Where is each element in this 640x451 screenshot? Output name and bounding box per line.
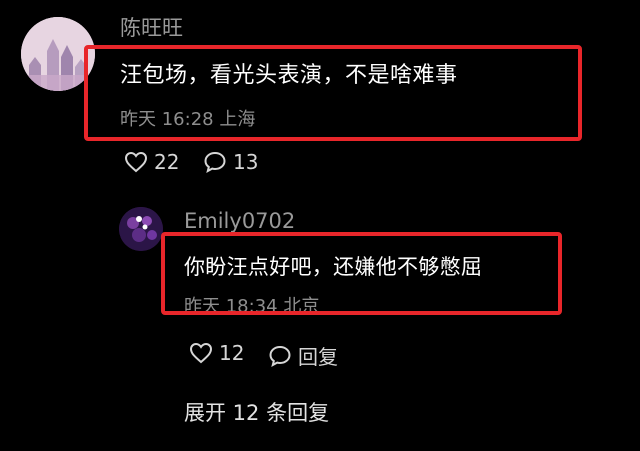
heart-outline-icon — [189, 342, 213, 364]
reply-button[interactable]: 回复 — [268, 341, 338, 370]
reply-username[interactable]: Emily0702 — [184, 211, 295, 232]
reply-like-count: 12 — [219, 341, 245, 365]
speech-bubble-icon — [204, 151, 226, 173]
reply-avatar[interactable] — [119, 207, 163, 251]
highlight-box-comment — [84, 45, 582, 141]
reply-count: 13 — [233, 150, 259, 174]
like-button[interactable]: 22 — [124, 150, 179, 174]
reply-count-button[interactable]: 13 — [203, 150, 258, 174]
heart-outline-icon — [124, 151, 148, 173]
expand-replies-link[interactable]: 展开 12 条回复 — [184, 397, 329, 427]
highlight-box-reply — [161, 232, 562, 315]
reply-like-button[interactable]: 12 — [189, 341, 244, 365]
comment-username[interactable]: 陈旺旺 — [120, 18, 183, 39]
speech-bubble-icon — [269, 345, 291, 367]
flower-image — [119, 207, 163, 251]
like-count: 22 — [154, 150, 180, 174]
reply-button-label: 回复 — [298, 345, 338, 369]
